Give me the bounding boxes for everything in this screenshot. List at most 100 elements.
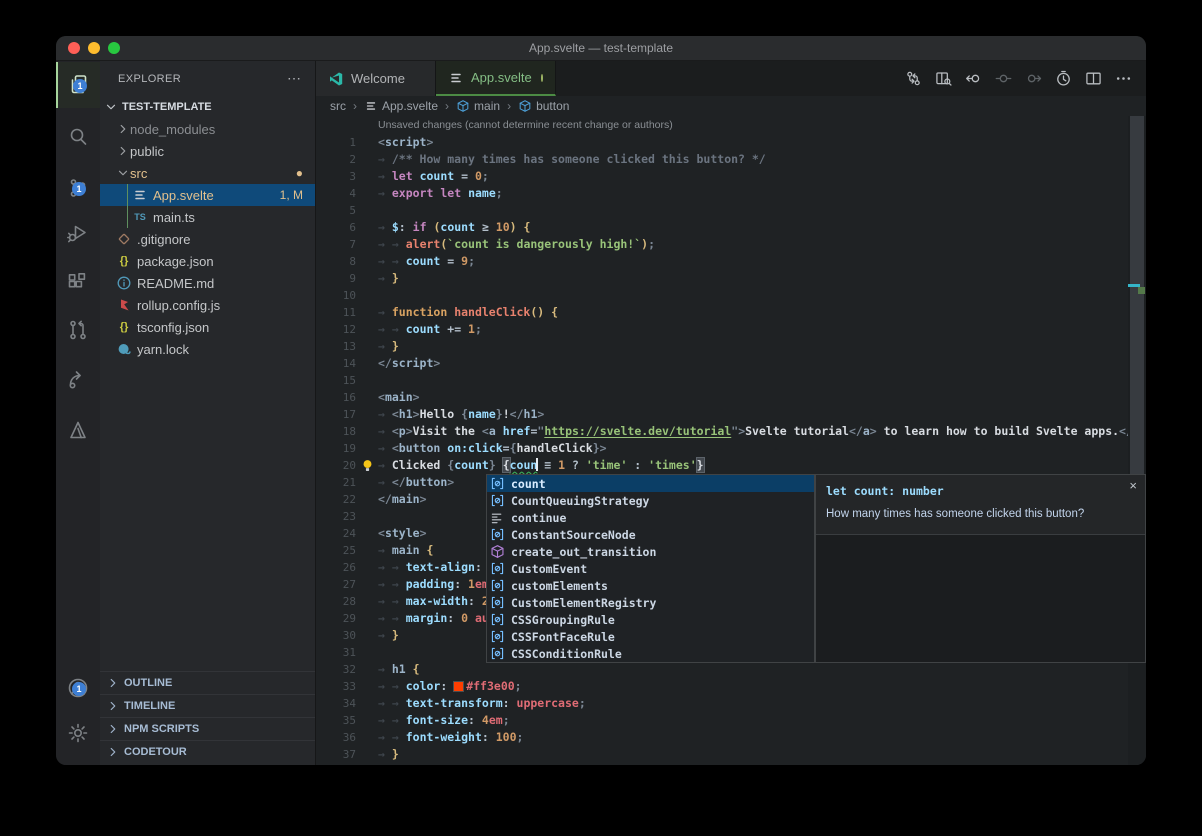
tree-item-package-json[interactable]: {}package.json — [100, 250, 315, 272]
code-line-34[interactable]: 34→ → text-transform: uppercase; — [316, 695, 1128, 712]
code-editor[interactable]: Unsaved changes (cannot determine recent… — [316, 116, 1128, 765]
code-line-17[interactable]: 17→ <h1>Hello {name}!</h1> — [316, 406, 1128, 423]
tab-welcome[interactable]: Welcome — [316, 61, 436, 96]
json-file-icon: {} — [116, 319, 132, 335]
code-line-15[interactable]: 15 — [316, 372, 1128, 389]
suggest-variable-icon — [490, 493, 505, 508]
line-content: → <p>Visit the <a href="https://svelte.d… — [378, 424, 1128, 438]
tree-item--gitignore[interactable]: .gitignore — [100, 228, 315, 250]
code-line-37[interactable]: 37→ } — [316, 746, 1128, 763]
activity-bar-item-search[interactable] — [56, 114, 100, 160]
code-line-20[interactable]: 20→ Clicked {count} {coun ≡ 1 ? 'time' :… — [316, 457, 1128, 474]
sidebar-section-timeline[interactable]: TIMELINE — [100, 694, 315, 717]
code-line-36[interactable]: 36→ → font-weight: 100; — [316, 729, 1128, 746]
suggestion-cssconditionrule[interactable]: CSSConditionRule — [487, 645, 814, 662]
suggestion-create_out_transition[interactable]: create_out_transition — [487, 543, 814, 560]
code-line-7[interactable]: 7→ → alert(`count is dangerously high!`)… — [316, 236, 1128, 253]
code-line-18[interactable]: 18→ <p>Visit the <a href="https://svelte… — [316, 423, 1128, 440]
breadcrumb-item-main[interactable]: main — [456, 99, 500, 113]
section-label: OUTLINE — [124, 677, 172, 689]
close-icon[interactable]: × — [1129, 479, 1137, 493]
code-line-16[interactable]: 16<main> — [316, 389, 1128, 406]
activity-bar-item-settings[interactable] — [56, 710, 100, 756]
code-line-6[interactable]: 6→ $: if (count ≥ 10) { — [316, 219, 1128, 236]
tree-item-tsconfig-json[interactable]: {}tsconfig.json — [100, 316, 315, 338]
suggestion-cssgroupingrule[interactable]: CSSGroupingRule — [487, 611, 814, 628]
run-timer-icon[interactable] — [1055, 70, 1072, 87]
suggestion-count[interactable]: count — [487, 475, 814, 492]
scrollbar-thumb[interactable] — [1130, 116, 1144, 520]
activity-bar-item-live-share[interactable] — [56, 357, 100, 403]
zoom-window-button[interactable] — [108, 42, 120, 54]
suggestion-customelements[interactable]: customElements — [487, 577, 814, 594]
tree-item-main-ts[interactable]: TSmain.ts — [100, 206, 315, 228]
explorer-sidebar: EXPLORER ⋯ TEST-TEMPLATE node_modulespub… — [100, 61, 316, 765]
git-compare-icon[interactable] — [905, 70, 922, 87]
codelens-message[interactable]: Unsaved changes (cannot determine recent… — [316, 116, 1128, 134]
suggestion-cssfontfacerule[interactable]: CSSFontFaceRule — [487, 628, 814, 645]
breadcrumb[interactable]: src›App.svelte›main›button — [316, 96, 1146, 116]
code-line-11[interactable]: 11→ function handleClick() { — [316, 304, 1128, 321]
breadcrumb-item-app-svelte[interactable]: App.svelte — [364, 99, 438, 113]
code-line-14[interactable]: 14</script> — [316, 355, 1128, 372]
code-line-2[interactable]: 2→ /** How many times has someone clicke… — [316, 151, 1128, 168]
suggestion-continue[interactable]: continue — [487, 509, 814, 526]
code-line-3[interactable]: 3→ let count = 0; — [316, 168, 1128, 185]
tree-item-rollup-config-js[interactable]: rollup.config.js — [100, 294, 315, 316]
code-line-4[interactable]: 4→ export let name; — [316, 185, 1128, 202]
code-line-10[interactable]: 10 — [316, 287, 1128, 304]
minimize-window-button[interactable] — [88, 42, 100, 54]
tab-app-svelte[interactable]: App.svelte — [436, 61, 556, 96]
tree-item-app-svelte[interactable]: App.svelte1, M — [100, 184, 315, 206]
file-label: App.svelte — [153, 188, 214, 203]
close-window-button[interactable] — [68, 42, 80, 54]
open-preview-icon[interactable] — [935, 70, 952, 87]
code-line-1[interactable]: 1<script> — [316, 134, 1128, 151]
tree-item-yarn-lock[interactable]: yarn.lock — [100, 338, 315, 360]
desktop: App.svelte — test-template 1 1 1 EXPLORER … — [0, 0, 1202, 836]
code-line-35[interactable]: 35→ → font-size: 4em; — [316, 712, 1128, 729]
breadcrumb-label: src — [330, 99, 346, 113]
activity-bar-item-account[interactable]: 1 — [56, 665, 100, 711]
tree-root-test-template[interactable]: TEST-TEMPLATE — [100, 96, 315, 118]
code-line-19[interactable]: 19→ <button on:click={handleClick}> — [316, 440, 1128, 457]
sidebar-section-codetour[interactable]: CODETOUR — [100, 740, 315, 763]
code-line-32[interactable]: 32→ h1 { — [316, 661, 1128, 678]
editor-scrollbar[interactable] — [1128, 116, 1146, 765]
tree-item-public[interactable]: public — [100, 140, 315, 162]
lightbulb-icon[interactable] — [360, 458, 375, 473]
activity-bar-item-github-pull-request[interactable] — [56, 307, 100, 353]
dirty-indicator — [541, 74, 543, 82]
line-content: → → count = 9; — [378, 254, 475, 268]
suggestion-customevent[interactable]: CustomEvent — [487, 560, 814, 577]
navigate-back-icon[interactable] — [965, 70, 982, 87]
activity-bar-item-azure[interactable] — [56, 407, 100, 453]
suggestion-label: create_out_transition — [511, 545, 656, 559]
suggestion-countqueuingstrategy[interactable]: CountQueuingStrategy — [487, 492, 814, 509]
sidebar-section-npm-scripts[interactable]: NPM SCRIPTS — [100, 717, 315, 740]
breadcrumb-item-src[interactable]: src — [330, 99, 346, 113]
title-bar[interactable]: App.svelte — test-template — [56, 36, 1146, 61]
activity-bar-item-run-debug[interactable] — [56, 210, 100, 256]
code-line-8[interactable]: 8→ → count = 9; — [316, 253, 1128, 270]
tree-item-src[interactable]: src● — [100, 162, 315, 184]
breadcrumb-item-button[interactable]: button — [518, 99, 569, 113]
sidebar-section-outline[interactable]: OUTLINE — [100, 671, 315, 694]
tree-item-readme-md[interactable]: README.md — [100, 272, 315, 294]
code-line-13[interactable]: 13→ } — [316, 338, 1128, 355]
code-line-5[interactable]: 5 — [316, 202, 1128, 219]
split-editor-icon[interactable] — [1085, 70, 1102, 87]
activity-bar-item-source-control[interactable]: 1 — [56, 165, 100, 211]
activity-bar-item-extensions[interactable] — [56, 260, 100, 306]
code-line-9[interactable]: 9→ } — [316, 270, 1128, 287]
more-actions-icon[interactable] — [1115, 70, 1132, 87]
code-line-33[interactable]: 33→ → color: #ff3e00; — [316, 678, 1128, 695]
suggestion-customelementregistry[interactable]: CustomElementRegistry — [487, 594, 814, 611]
more-actions-icon[interactable]: ⋯ — [287, 70, 301, 87]
line-number: 20 — [316, 457, 356, 474]
suggest-widget[interactable]: countCountQueuingStrategycontinueConstan… — [486, 474, 815, 663]
suggestion-constantsourcenode[interactable]: ConstantSourceNode — [487, 526, 814, 543]
code-line-12[interactable]: 12→ → count += 1; — [316, 321, 1128, 338]
tree-item-node-modules[interactable]: node_modules — [100, 118, 315, 140]
activity-bar-item-explorer[interactable]: 1 — [56, 62, 100, 108]
